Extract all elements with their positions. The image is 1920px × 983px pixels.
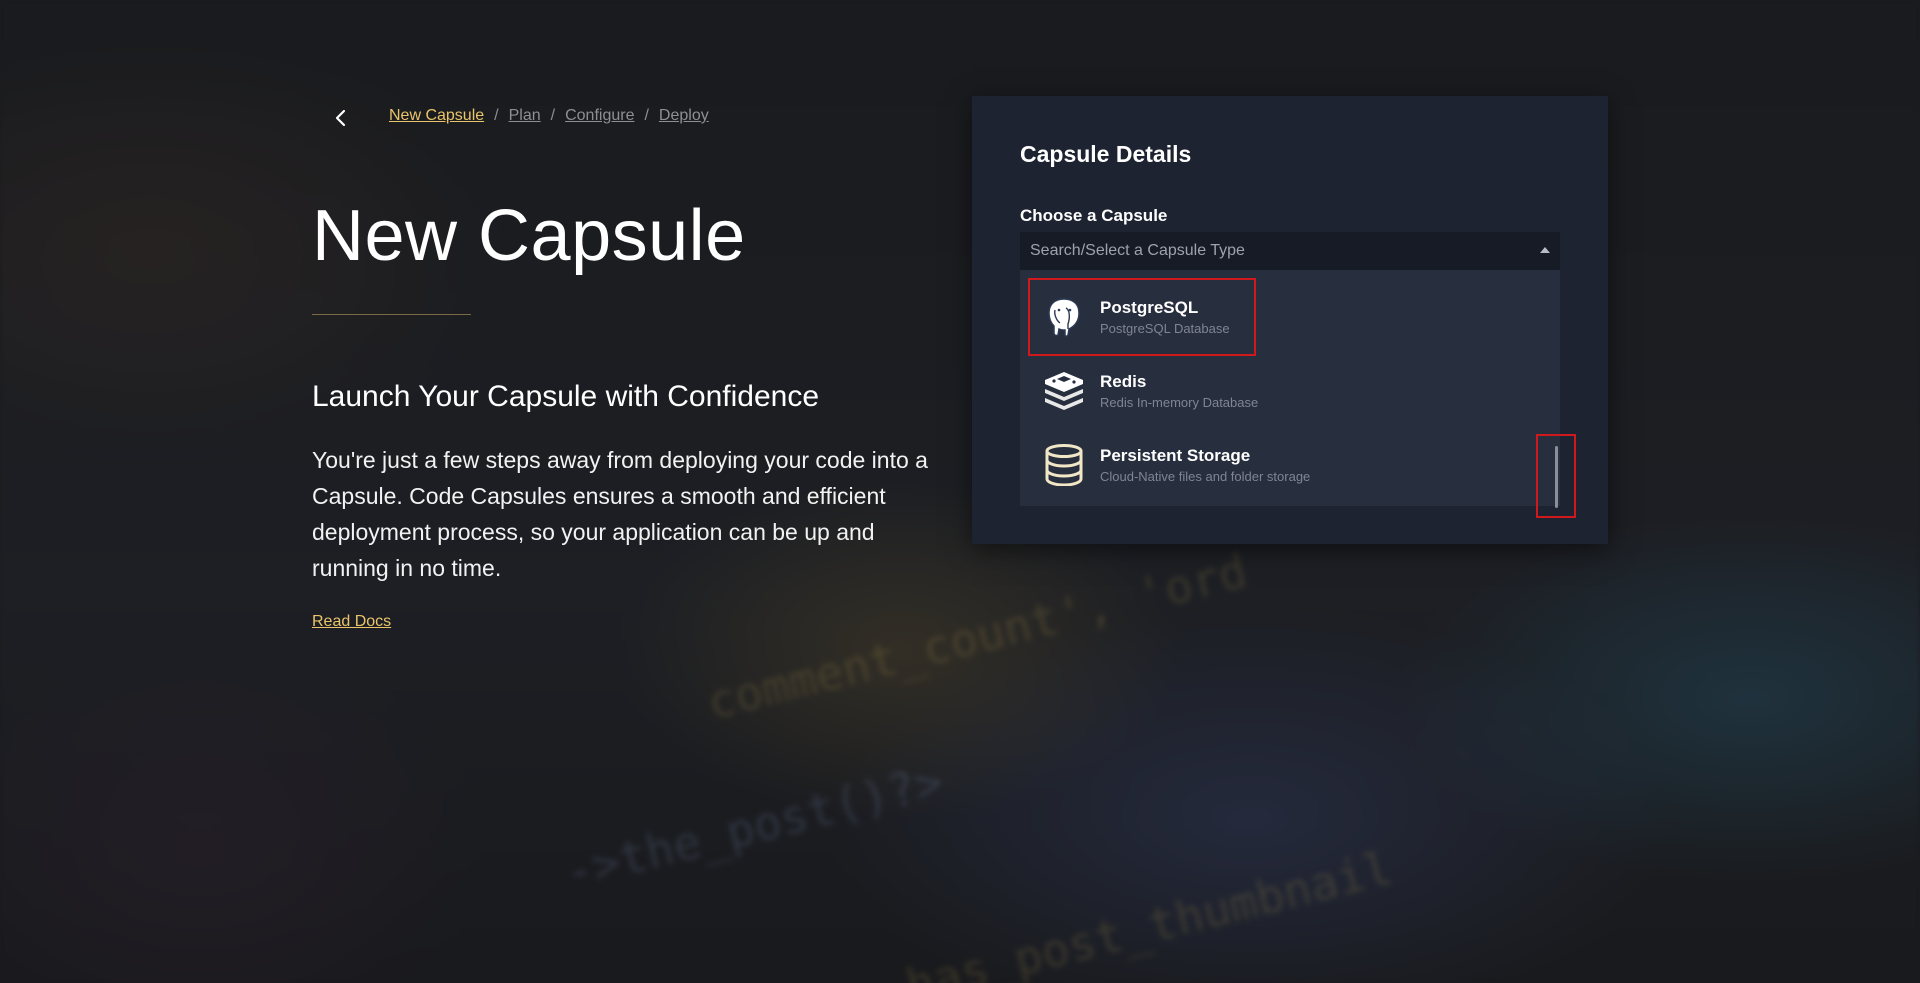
option-description: Cloud-Native files and folder storage: [1100, 469, 1311, 484]
option-postgresql[interactable]: PostgreSQL PostgreSQL Database: [1028, 278, 1256, 356]
back-button[interactable]: [326, 103, 356, 133]
capsule-options-dropdown: PostgreSQL PostgreSQL Database Redis Red…: [1020, 270, 1560, 506]
option-name: PostgreSQL: [1100, 298, 1199, 317]
option-name: Redis: [1100, 372, 1147, 391]
card-title: Capsule Details: [1020, 141, 1192, 167]
redis-icon: [1042, 369, 1086, 413]
read-docs-link[interactable]: Read Docs: [312, 613, 391, 631]
breadcrumb-separator: /: [494, 107, 499, 124]
breadcrumb-separator: /: [550, 107, 556, 124]
breadcrumb-deploy[interactable]: Deploy: [659, 107, 709, 125]
breadcrumb-new-capsule[interactable]: New Capsule: [389, 107, 484, 125]
choose-capsule-label: Choose a Capsule: [1020, 206, 1168, 225]
caret-up-icon[interactable]: [1540, 247, 1550, 253]
chevron-left-icon: [335, 109, 346, 127]
postgresql-elephant-icon: [1042, 295, 1086, 339]
option-description: PostgreSQL Database: [1100, 321, 1230, 336]
option-redis[interactable]: Redis Redis In-memory Database: [1030, 354, 1258, 428]
capsule-type-select[interactable]: [1020, 232, 1560, 270]
option-name: Persistent Storage: [1100, 446, 1251, 465]
breadcrumb-separator: /: [644, 107, 649, 124]
breadcrumb-configure[interactable]: Configure: [565, 107, 634, 125]
page-title: New Capsule: [312, 196, 746, 276]
database-storage-icon: [1042, 443, 1086, 487]
breadcrumb-plan[interactable]: Plan: [509, 107, 541, 125]
breadcrumb: New Capsule / Plan / Configure / Deploy: [389, 107, 709, 125]
dropdown-scrollbar-thumb[interactable]: [1555, 446, 1558, 508]
hero-subtitle: Launch Your Capsule with Confidence: [312, 380, 820, 413]
option-description: Redis In-memory Database: [1100, 395, 1259, 410]
capsule-details-card: Capsule Details Choose a Capsule Postgre…: [972, 96, 1608, 544]
option-persistent-storage[interactable]: Persistent Storage Cloud-Native files an…: [1030, 428, 1310, 502]
title-divider: [312, 314, 471, 315]
capsule-search-input[interactable]: [1020, 241, 1532, 261]
background-code-image: [0, 0, 1920, 983]
hero-description: You're just a few steps away from deploy…: [312, 447, 928, 581]
